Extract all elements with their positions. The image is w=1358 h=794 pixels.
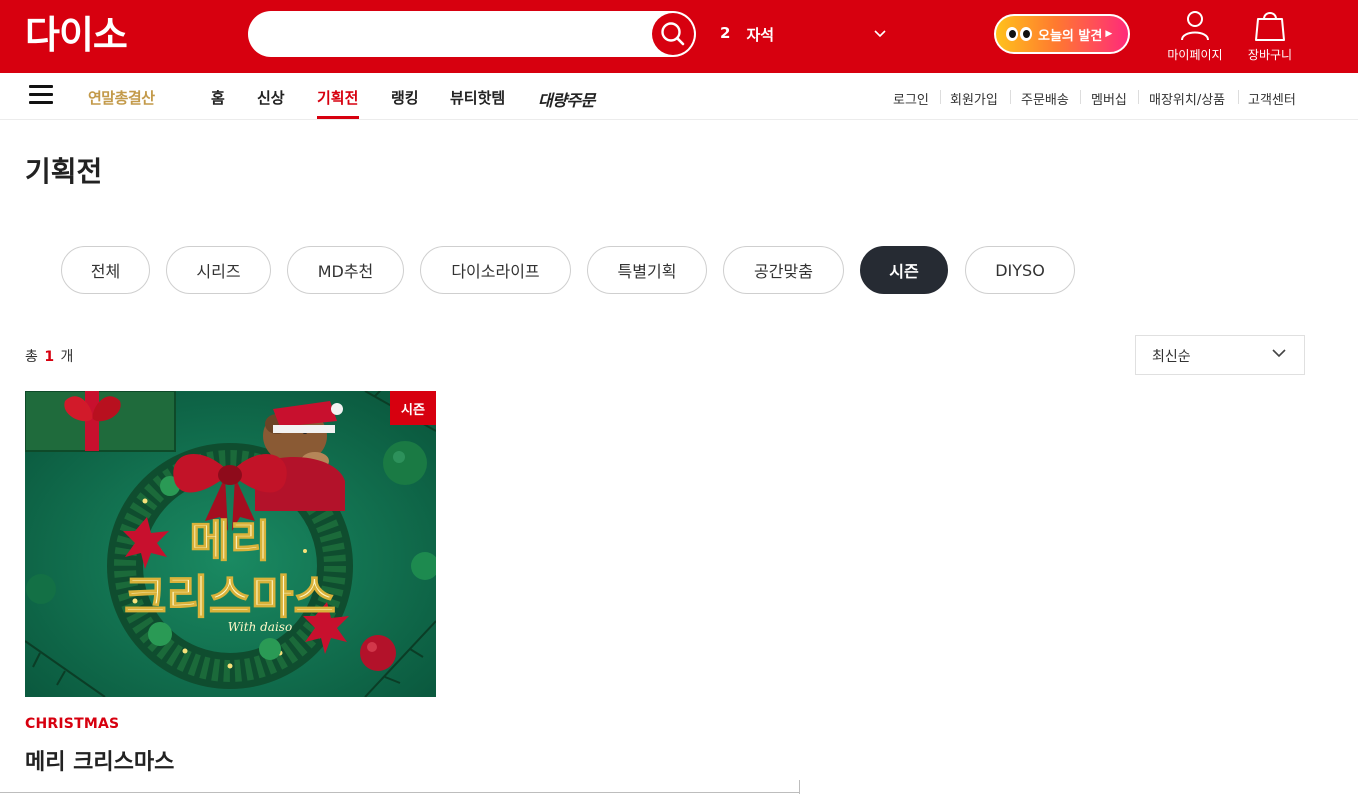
total-count: 총 1 개 — [25, 346, 73, 366]
total-suffix: 개 — [60, 349, 74, 365]
nav-year-end[interactable]: 연말총결산 — [88, 87, 155, 108]
filter-chip-md[interactable]: MD추천 — [287, 246, 404, 294]
chevron-down-icon[interactable] — [872, 24, 888, 44]
banner-text-line1: 메리 — [190, 516, 271, 567]
shopping-bag-icon — [1255, 12, 1285, 41]
nav-bulk-order[interactable]: 대량주문 — [538, 87, 595, 111]
search-icon — [661, 22, 685, 46]
nav-ranking[interactable]: 랭킹 — [391, 87, 419, 108]
divider — [940, 90, 941, 104]
card-category: CHRISTMAS — [25, 716, 120, 732]
filter-chip-special[interactable]: 특별기획 — [587, 246, 707, 294]
cart-button[interactable]: 장바구니 — [1235, 8, 1305, 68]
nav-new[interactable]: 신상 — [257, 87, 285, 108]
divider — [1138, 90, 1139, 104]
mypage-label: 마이페이지 — [1167, 48, 1223, 62]
divider — [799, 780, 800, 794]
trending-text: 자석 — [746, 26, 775, 44]
banner-text-line2: 크리스마스 — [124, 570, 336, 624]
search-input[interactable] — [268, 19, 648, 49]
trending-rank: 2 — [720, 24, 731, 42]
divider — [1238, 90, 1239, 104]
filter-chip-series[interactable]: 시리즈 — [166, 246, 271, 294]
nav-active-underline — [317, 116, 359, 119]
divider — [1080, 90, 1081, 104]
main-nav: 연말총결산 홈 신상 기획전 랭킹 뷰티핫템 대량주문 로그인 회원가입 주문배… — [0, 73, 1358, 120]
discover-label: 오늘의 발견 — [1038, 28, 1103, 44]
divider — [0, 792, 800, 793]
exhibition-card[interactable]: 메리 크리스마스 With daiso 시즌 CHRISTMAS 메리 크리스마… — [25, 391, 436, 775]
menu-icon[interactable] — [29, 85, 53, 105]
user-icon — [1181, 11, 1209, 41]
nav-beauty[interactable]: 뷰티핫템 — [450, 87, 505, 108]
search-button[interactable] — [652, 13, 694, 55]
filter-chip-space[interactable]: 공간맞춤 — [723, 246, 844, 294]
filter-chip-diyso[interactable]: DIYSO — [965, 246, 1075, 294]
cart-label: 장바구니 — [1247, 48, 1293, 62]
util-customer-center[interactable]: 고객센터 — [1248, 89, 1296, 108]
mypage-button[interactable]: 마이페이지 — [1160, 8, 1230, 68]
page-title: 기획전 — [25, 155, 103, 188]
divider — [1010, 90, 1011, 104]
card-title[interactable]: 메리 크리스마스 — [25, 744, 174, 776]
filter-chip-daiso-life[interactable]: 다이소라이프 — [420, 246, 571, 294]
util-membership[interactable]: 멤버십 — [1091, 89, 1127, 108]
sort-selected: 최신순 — [1152, 349, 1191, 365]
top-header: 다이소 2 자석 오늘의 발견 ▶ 마이페이지 장바구니 — [0, 0, 1358, 73]
total-prefix: 총 — [25, 349, 38, 365]
util-login[interactable]: 로그인 — [893, 89, 929, 108]
play-arrow-icon: ▶ — [1105, 29, 1113, 39]
banner-text-sub: With daiso — [228, 620, 292, 634]
search-bar[interactable] — [248, 11, 696, 57]
chevron-down-icon — [1272, 349, 1286, 358]
today-discover-button[interactable]: 오늘의 발견 ▶ — [994, 14, 1130, 54]
season-badge: 시즌 — [390, 391, 436, 425]
filter-chip-all[interactable]: 전체 — [61, 246, 150, 294]
util-orders[interactable]: 주문배송 — [1021, 89, 1069, 108]
trending-keyword[interactable]: 2 자석 — [720, 24, 774, 45]
sort-dropdown[interactable]: 최신순 — [1135, 335, 1305, 375]
util-signup[interactable]: 회원가입 — [950, 89, 998, 108]
nav-exhibition[interactable]: 기획전 — [317, 87, 358, 108]
daiso-logo[interactable]: 다이소 — [25, 13, 128, 57]
nav-home[interactable]: 홈 — [211, 87, 225, 108]
total-number: 1 — [44, 349, 55, 365]
filter-chip-season[interactable]: 시즌 — [860, 246, 948, 294]
util-store-locator[interactable]: 매장위치/상품 — [1149, 89, 1225, 108]
eyes-icon — [1006, 27, 1032, 41]
christmas-banner-image[interactable]: 메리 크리스마스 With daiso 시즌 — [25, 391, 436, 697]
